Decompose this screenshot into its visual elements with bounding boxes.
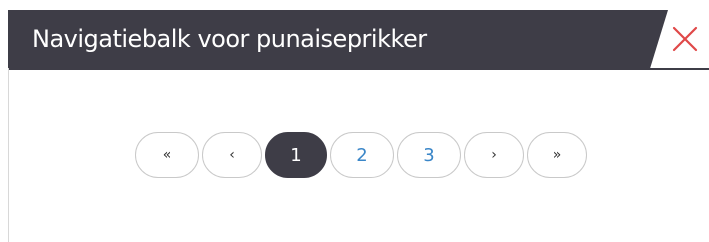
close-button[interactable] xyxy=(668,22,702,56)
next-page-button[interactable]: › xyxy=(464,132,524,178)
first-page-button[interactable]: « xyxy=(135,132,199,178)
title-bar: Navigatiebalk voor punaiseprikker xyxy=(8,10,668,68)
last-page-button[interactable]: » xyxy=(527,132,587,178)
page-button-3[interactable]: 3 xyxy=(397,132,461,178)
dialog-title: Navigatiebalk voor punaiseprikker xyxy=(32,25,427,53)
page-button-1[interactable]: 1 xyxy=(265,132,327,178)
pagination-dialog: Navigatiebalk voor punaiseprikker « ‹ 1 … xyxy=(0,0,709,242)
header-divider xyxy=(8,68,709,70)
previous-page-button[interactable]: ‹ xyxy=(202,132,262,178)
close-icon xyxy=(672,26,698,52)
page-button-2[interactable]: 2 xyxy=(330,132,394,178)
pagination: « ‹ 1 2 3 › » xyxy=(135,132,590,178)
dialog-header: Navigatiebalk voor punaiseprikker xyxy=(0,0,709,68)
left-border xyxy=(8,68,9,242)
